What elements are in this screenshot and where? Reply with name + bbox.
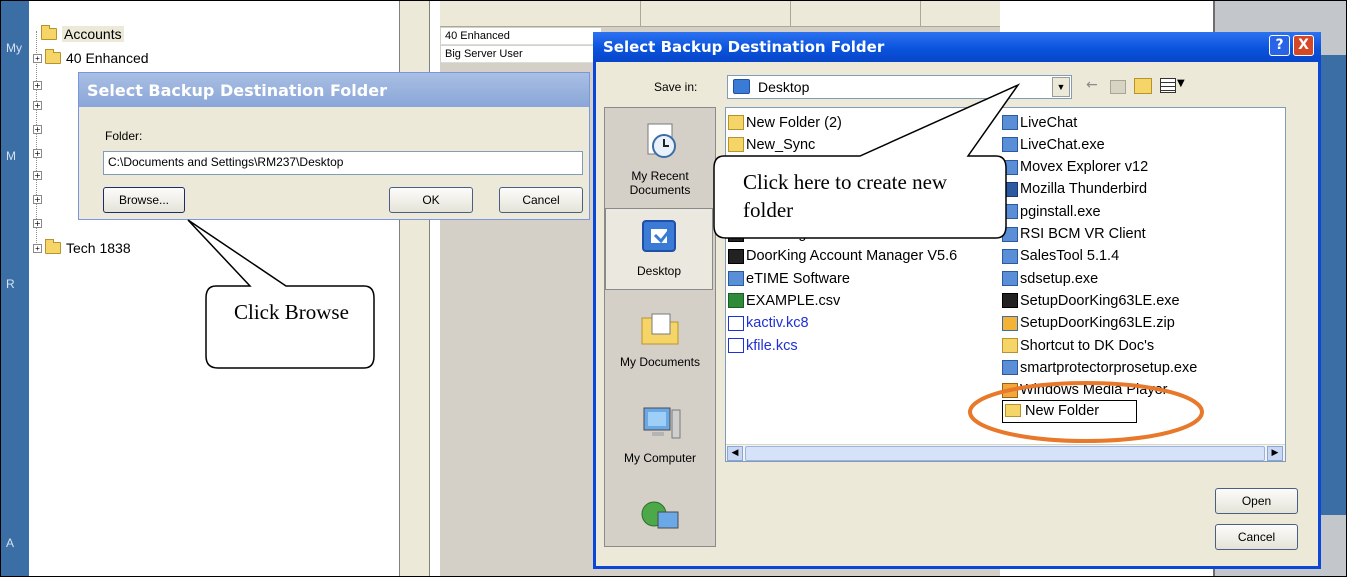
annotation-layer: [187, 83, 1204, 443]
callout-browse-bubble: [187, 219, 375, 369]
callout-browse-text: Click Browse: [234, 300, 349, 324]
callout-new-folder-text: Click here to create new folder: [743, 170, 948, 222]
new-folder-highlight-ellipse: [968, 381, 1204, 443]
